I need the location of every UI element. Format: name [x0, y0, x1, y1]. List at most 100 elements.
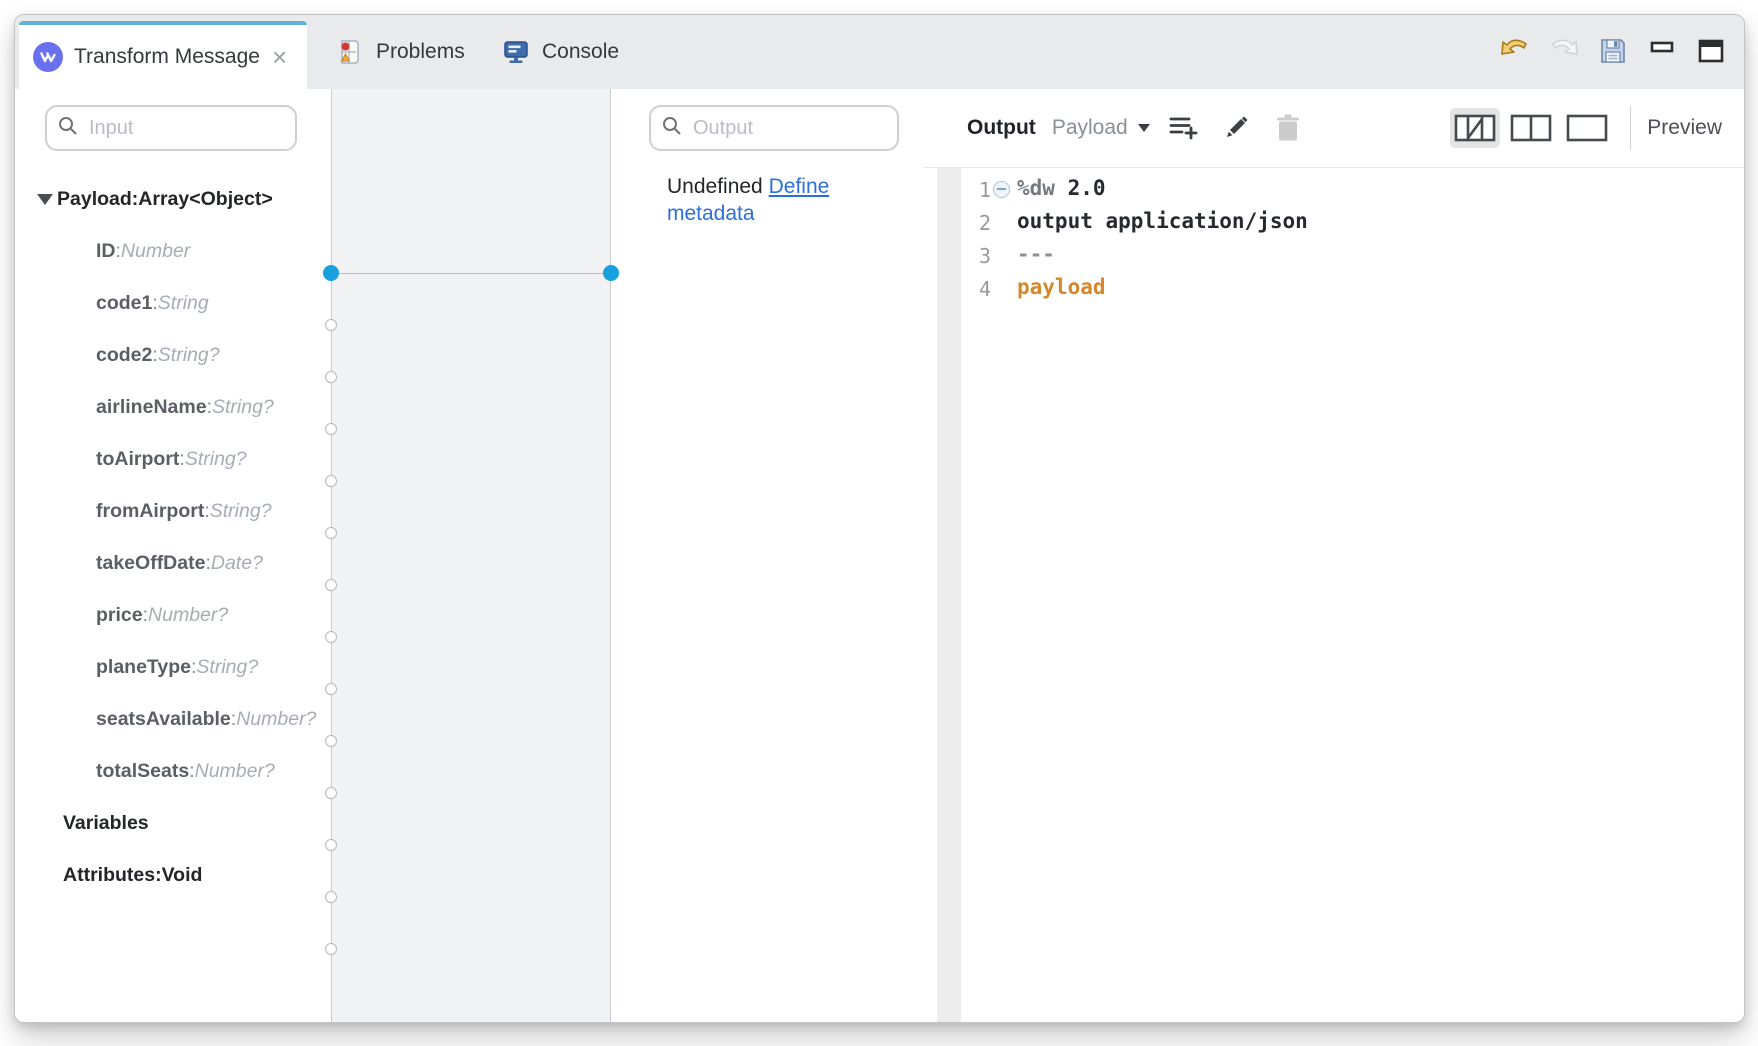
tree-row-airlineName[interactable]: airlineName : String? — [15, 381, 331, 433]
tree-row-code2[interactable]: code2 : String? — [15, 329, 331, 381]
define-metadata-link[interactable]: Define — [769, 175, 830, 198]
tab-label: Console — [542, 40, 619, 64]
field-type: Date? — [211, 552, 263, 575]
field-name: totalSeats — [96, 760, 189, 783]
port-code2[interactable] — [325, 423, 337, 435]
editor-toolbar-left: Output Payload — [967, 110, 1306, 146]
port-price[interactable] — [325, 683, 337, 695]
port-code1[interactable] — [325, 371, 337, 383]
tab-label: Transform Message — [74, 45, 260, 69]
editor-content: Payload : Array<Object>ID : Numbercode1 … — [15, 89, 1744, 1022]
field-type: String? — [158, 344, 220, 367]
view-tab-bar: Transform Message × Problems Console — [15, 15, 1744, 89]
port-takeOffDate[interactable] — [325, 631, 337, 643]
port-Variables[interactable] — [325, 891, 337, 903]
line-number: 1 — [967, 178, 991, 202]
field-type: String? — [185, 448, 247, 471]
port-Attributes[interactable] — [325, 943, 337, 955]
input-metadata-tree: Payload : Array<Object>ID : Numbercode1 … — [15, 89, 331, 1022]
tree-row-Attributes[interactable]: Attributes : Void — [15, 849, 331, 901]
tab-problems[interactable]: Problems — [335, 15, 465, 89]
edit-pencil-icon[interactable] — [1218, 110, 1254, 146]
dataweave-editor-panel: Output Payload — [923, 89, 1744, 1022]
output-panel: Undefined Define metadata — [611, 89, 923, 1022]
token-plain: 2.0 — [1068, 176, 1106, 200]
code-line-2[interactable]: 2output application/json — [923, 208, 1744, 241]
undo-icon[interactable] — [1498, 34, 1532, 68]
save-icon[interactable] — [1596, 34, 1630, 68]
tab-transform-message[interactable]: Transform Message × — [19, 21, 307, 89]
close-icon[interactable]: × — [272, 44, 287, 70]
field-name: Variables — [63, 812, 149, 835]
layout-two-columns-button[interactable] — [1506, 108, 1556, 148]
port-planeType[interactable] — [325, 735, 337, 747]
tree-row-takeOffDate[interactable]: takeOffDate : Date? — [15, 537, 331, 589]
tree-row-toAirport[interactable]: toAirport : String? — [15, 433, 331, 485]
code-text: payload — [1017, 275, 1106, 299]
field-name: toAirport — [96, 448, 179, 471]
add-transformation-icon[interactable] — [1166, 110, 1202, 146]
tree-row-totalSeats[interactable]: totalSeats : Number? — [15, 745, 331, 797]
minimize-icon[interactable] — [1645, 34, 1679, 68]
delete-trash-icon[interactable] — [1270, 110, 1306, 146]
field-name: seatsAvailable — [96, 708, 231, 731]
tree-row-planeType[interactable]: planeType : String? — [15, 641, 331, 693]
tree-row-ID[interactable]: ID : Number — [15, 225, 331, 277]
field-type: String? — [196, 656, 258, 679]
tree-row-Variables[interactable]: Variables — [15, 797, 331, 849]
mapping-canvas[interactable] — [331, 89, 611, 1022]
output-metadata-status: Undefined Define metadata — [667, 173, 853, 227]
tree-expand-icon[interactable] — [37, 194, 53, 205]
field-name: fromAirport — [96, 500, 204, 523]
connected-port-output[interactable] — [603, 265, 619, 281]
chevron-down-icon[interactable] — [1138, 124, 1150, 132]
connected-port-Payload[interactable] — [323, 265, 339, 281]
define-metadata-link-part2[interactable]: metadata — [667, 202, 755, 225]
field-name: price — [96, 604, 143, 627]
field-name: airlineName — [96, 396, 207, 419]
tree-row-seatsAvailable[interactable]: seatsAvailable : Number? — [15, 693, 331, 745]
line-number: 4 — [967, 277, 991, 301]
line-number: 2 — [967, 211, 991, 235]
dataweave-code-editor[interactable]: 1 %dw 2.0 2output application/json3--- 4 pay… — [923, 167, 1744, 1022]
code-line-1[interactable]: 1 %dw 2.0 — [923, 175, 1744, 208]
redo-icon[interactable] — [1547, 34, 1581, 68]
port-airlineName[interactable] — [325, 475, 337, 487]
code-line-3[interactable]: 3--- — [923, 241, 1744, 274]
tab-label: Problems — [376, 40, 465, 64]
field-name: planeType — [96, 656, 191, 679]
target-dropdown[interactable]: Payload — [1052, 116, 1128, 140]
maximize-icon[interactable] — [1694, 34, 1728, 68]
port-seatsAvailable[interactable] — [325, 787, 337, 799]
output-label: Output — [967, 116, 1036, 140]
field-type: String — [158, 292, 209, 315]
transform-message-editor-window: Transform Message × Problems Console — [14, 14, 1745, 1023]
token-payload: payload — [1017, 275, 1106, 299]
output-search-field[interactable] — [691, 116, 887, 141]
code-line-4[interactable]: 4 payload — [923, 274, 1744, 307]
field-name: Attributes — [63, 864, 155, 887]
console-icon — [501, 37, 531, 67]
token-directive: %dw — [1017, 176, 1068, 200]
field-type: Void — [162, 864, 203, 887]
port-ID[interactable] — [325, 319, 337, 331]
layout-single-pane-button[interactable] — [1562, 108, 1612, 148]
tab-console[interactable]: Console — [501, 15, 619, 89]
transform-message-icon — [33, 42, 63, 72]
field-type: Number? — [148, 604, 228, 627]
undefined-label: Undefined — [667, 175, 763, 198]
port-totalSeats[interactable] — [325, 839, 337, 851]
port-toAirport[interactable] — [325, 527, 337, 539]
tree-row-Payload[interactable]: Payload : Array<Object> — [15, 173, 331, 225]
layout-source-and-tree-button[interactable] — [1450, 108, 1500, 148]
tree-row-price[interactable]: price : Number? — [15, 589, 331, 641]
fold-collapse-icon[interactable] — [993, 181, 1010, 198]
preview-button[interactable]: Preview — [1647, 116, 1722, 140]
tree-row-code1[interactable]: code1 : String — [15, 277, 331, 329]
field-name: code1 — [96, 292, 152, 315]
output-search-box[interactable] — [649, 105, 899, 151]
code-text: --- — [1017, 242, 1055, 266]
tree-row-fromAirport[interactable]: fromAirport : String? — [15, 485, 331, 537]
port-fromAirport[interactable] — [325, 579, 337, 591]
problems-icon — [335, 37, 365, 67]
